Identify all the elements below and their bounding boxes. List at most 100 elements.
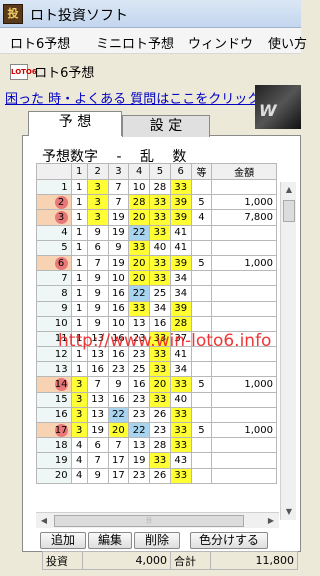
hit-marker-icon: 6 xyxy=(54,256,68,270)
number-cell: 13 xyxy=(128,437,151,454)
scroll-up-arrow-icon[interactable]: ▲ xyxy=(281,182,297,198)
amount-cell xyxy=(211,178,277,196)
scroll-left-arrow-icon[interactable]: ◀ xyxy=(36,513,52,529)
table-row[interactable]: 19 4 7 17 19 33 43 xyxy=(36,452,277,469)
menu-loto6[interactable]: ロト6予想 xyxy=(10,33,70,52)
number-cell: 3 xyxy=(86,178,109,196)
row-number[interactable]: 2 xyxy=(36,194,72,211)
table-row[interactable]: 7 1 9 10 20 33 34 xyxy=(36,270,277,287)
color-split-button[interactable]: 色分けする xyxy=(190,532,268,549)
document-tab[interactable]: LOTO6 ロト6予想 xyxy=(10,62,94,82)
number-cell: 7 xyxy=(86,376,109,393)
horizontal-scroll-thumb[interactable]: ⦙⦙⦙ xyxy=(54,515,244,527)
table-row[interactable]: 5 1 6 9 33 40 41 xyxy=(36,239,277,256)
rank-cell xyxy=(190,452,213,469)
number-cell: 16 xyxy=(107,300,130,317)
table-row[interactable]: 1 1 3 7 10 28 33 xyxy=(36,178,277,196)
row-number[interactable]: 10 xyxy=(36,315,72,332)
tab-settings[interactable]: 設 定 xyxy=(122,115,210,137)
rank-cell xyxy=(190,467,213,484)
scroll-down-arrow-icon[interactable]: ▼ xyxy=(281,504,297,520)
table-row[interactable]: 8 1 9 16 22 25 34 xyxy=(36,285,277,302)
table-row[interactable]: 17 3 19 20 22 23 33 5 1,000 xyxy=(36,421,277,439)
amount-cell xyxy=(211,437,277,454)
row-number[interactable]: 20 xyxy=(36,467,72,484)
number-cell: 9 xyxy=(107,239,130,256)
number-cell: 13 xyxy=(86,391,109,408)
amount-cell: 1,000 xyxy=(211,421,277,439)
edit-button[interactable]: 編集 xyxy=(88,532,132,549)
table-row[interactable]: 3 1 3 19 20 33 39 4 7,800 xyxy=(36,209,277,226)
number-cell: 7 xyxy=(107,194,130,211)
number-cell: 23 xyxy=(128,391,151,408)
row-number[interactable]: 7 xyxy=(36,270,72,287)
row-number[interactable]: 14 xyxy=(36,376,72,393)
menu-howto[interactable]: 使い方 xyxy=(268,33,307,52)
table-row[interactable]: 2 1 3 7 28 33 39 5 1,000 xyxy=(36,194,277,211)
rank-cell xyxy=(190,239,213,256)
table-row[interactable]: 20 4 9 17 23 26 33 xyxy=(36,467,277,484)
row-number[interactable]: 6 xyxy=(36,254,72,272)
row-number[interactable]: 19 xyxy=(36,452,72,469)
number-cell: 20 xyxy=(128,209,151,226)
number-cell: 1 xyxy=(70,224,88,241)
row-number[interactable]: 9 xyxy=(36,300,72,317)
table-row[interactable]: 15 3 13 16 23 33 40 xyxy=(36,391,277,408)
number-cell: 9 xyxy=(86,467,109,484)
table-row[interactable]: 14 3 7 9 16 20 33 5 1,000 xyxy=(36,376,277,393)
table-row[interactable]: 10 1 9 10 13 16 28 xyxy=(36,315,277,332)
number-cell: 39 xyxy=(169,254,192,272)
number-cell: 13 xyxy=(86,406,109,424)
table-row[interactable]: 16 3 13 22 23 26 33 xyxy=(36,406,277,424)
number-cell: 7 xyxy=(107,178,130,196)
table-row[interactable]: 4 1 9 19 22 33 41 xyxy=(36,224,277,241)
hit-marker-icon: 2 xyxy=(54,195,68,209)
row-number[interactable]: 5 xyxy=(36,239,72,256)
number-cell: 40 xyxy=(149,239,171,256)
number-cell: 16 xyxy=(128,376,151,393)
number-cell: 9 xyxy=(86,300,109,317)
row-number[interactable]: 17 xyxy=(36,421,72,439)
row-number[interactable]: 1 xyxy=(36,178,72,196)
title-bar: 投 ロト投資ソフト xyxy=(0,0,301,28)
number-cell: 33 xyxy=(169,406,192,424)
menu-miniloto[interactable]: ミニロト予想 xyxy=(96,33,174,52)
tab-prediction[interactable]: 予 想 xyxy=(28,111,122,136)
number-cell: 33 xyxy=(149,224,171,241)
menu-window[interactable]: ウィンドウ xyxy=(188,33,253,52)
number-cell: 17 xyxy=(107,452,130,469)
table-row[interactable]: 6 1 7 19 20 33 39 5 1,000 xyxy=(36,254,277,272)
column-header: 金額 xyxy=(211,163,277,180)
number-cell: 3 xyxy=(70,406,88,424)
row-number[interactable]: 4 xyxy=(36,224,72,241)
row-number[interactable]: 16 xyxy=(36,406,72,424)
banner-image[interactable]: W xyxy=(255,85,301,129)
row-number[interactable]: 13 xyxy=(36,361,72,378)
number-cell: 1 xyxy=(70,285,88,302)
row-number[interactable]: 15 xyxy=(36,391,72,408)
add-button[interactable]: 追加 xyxy=(40,532,86,549)
rank-cell: 4 xyxy=(190,209,213,226)
number-cell: 1 xyxy=(70,239,88,256)
table-row[interactable]: 9 1 9 16 33 34 39 xyxy=(36,300,277,317)
help-link[interactable]: 困った 時・よくある 質問はここをクリック xyxy=(5,88,260,107)
scroll-right-arrow-icon[interactable]: ▶ xyxy=(263,513,279,529)
number-cell: 16 xyxy=(149,315,171,332)
number-cell: 33 xyxy=(169,421,192,439)
row-number[interactable]: 8 xyxy=(36,285,72,302)
vertical-scrollbar[interactable]: ▲ ▼ xyxy=(280,182,296,520)
number-cell: 20 xyxy=(107,421,130,439)
delete-button[interactable]: 削除 xyxy=(134,532,180,549)
number-cell: 13 xyxy=(128,315,151,332)
vertical-scroll-thumb[interactable] xyxy=(283,200,295,222)
table-row[interactable]: 18 4 6 7 13 28 33 xyxy=(36,437,277,454)
total-value: 11,800 xyxy=(210,551,298,570)
number-cell: 22 xyxy=(128,224,151,241)
row-number[interactable]: 3 xyxy=(36,209,72,226)
number-cell: 20 xyxy=(128,270,151,287)
number-cell: 23 xyxy=(128,467,151,484)
table-row[interactable]: 13 1 16 23 25 33 34 xyxy=(36,361,277,378)
horizontal-scrollbar[interactable]: ◀ ⦙⦙⦙ ▶ xyxy=(36,512,279,528)
document-title: ロト6予想 xyxy=(34,66,95,81)
row-number[interactable]: 18 xyxy=(36,437,72,454)
